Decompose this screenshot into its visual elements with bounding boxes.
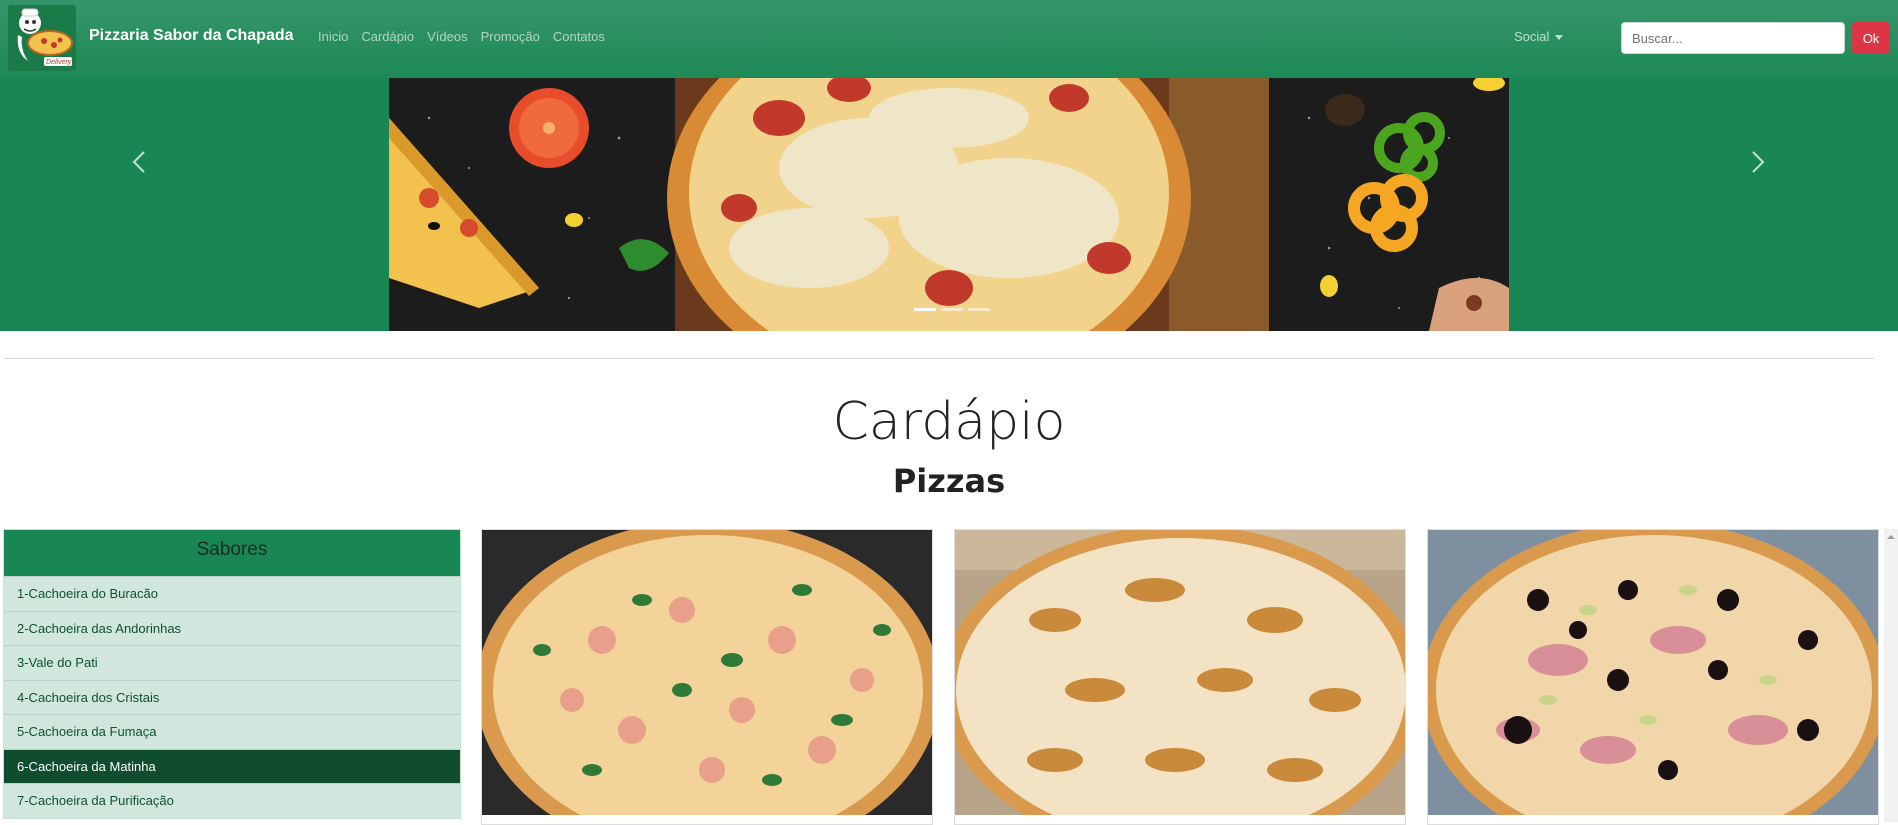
sidebar-item-flavor-4[interactable]: 4-Cachoeira dos Cristais [4,679,460,714]
search-ok-button[interactable]: Ok [1852,22,1890,54]
carousel-next-icon[interactable] [1751,150,1765,181]
pizza-photo-2 [955,530,1405,815]
pizza-card-3[interactable] [1427,529,1879,825]
social-dropdown[interactable]: Social [1514,29,1564,44]
social-label: Social [1514,29,1550,44]
pizza-photo-3 [1428,530,1878,815]
nav-link-cardapio[interactable]: Cardápio [361,29,414,44]
pizza-card-2[interactable] [954,529,1406,825]
page-scrollbar[interactable] [1884,529,1898,822]
svg-text:Delivery: Delivery [46,59,72,66]
pizzeria-logo[interactable]: Delivery [8,5,76,71]
flavors-sidebar: Sabores 1-Cachoeira do Buracão 2-Cachoei… [3,529,461,819]
caret-down-icon [1555,35,1564,41]
scroll-up-arrow-icon[interactable] [1887,533,1895,549]
nav-link-inicio[interactable]: Inicio [318,29,348,44]
nav-link-contatos[interactable]: Contatos [553,29,605,44]
sidebar-item-flavor-6[interactable]: 6-Cachoeira da Matinha [4,748,460,783]
nav-link-videos[interactable]: Vídeos [427,29,467,44]
nav-link-promocao[interactable]: Promoção [481,29,540,44]
pizza-carousel-image [389,78,1509,331]
search-input[interactable] [1621,22,1845,54]
pizza-photo-1 [482,530,932,815]
carousel-prev-icon[interactable] [132,150,146,181]
brand-name[interactable]: Pizzaria Sabor da Chapada [89,27,294,45]
sidebar-item-flavor-3[interactable]: 3-Vale do Pati [4,645,460,680]
main-nav: Inicio Cardápio Vídeos Promoção Contatos [318,29,605,44]
sidebar-heading: Sabores [4,530,460,576]
pizza-card-1[interactable] [481,529,933,825]
sidebar-item-flavor-7[interactable]: 7-Cachoeira da Purificação [4,783,460,818]
top-navbar: Delivery Pizzaria Sabor da Chapada Inici… [0,0,1898,78]
sidebar-item-flavor-1[interactable]: 1-Cachoeira do Buracão [4,576,460,611]
page-title: Cardápio [832,392,1066,452]
section-divider [4,358,1874,359]
sidebar-item-flavor-5[interactable]: 5-Cachoeira da Fumaça [4,714,460,749]
sidebar-item-flavor-2[interactable]: 2-Cachoeira das Andorinhas [4,610,460,645]
section-subtitle: Pizzas [892,462,1006,500]
